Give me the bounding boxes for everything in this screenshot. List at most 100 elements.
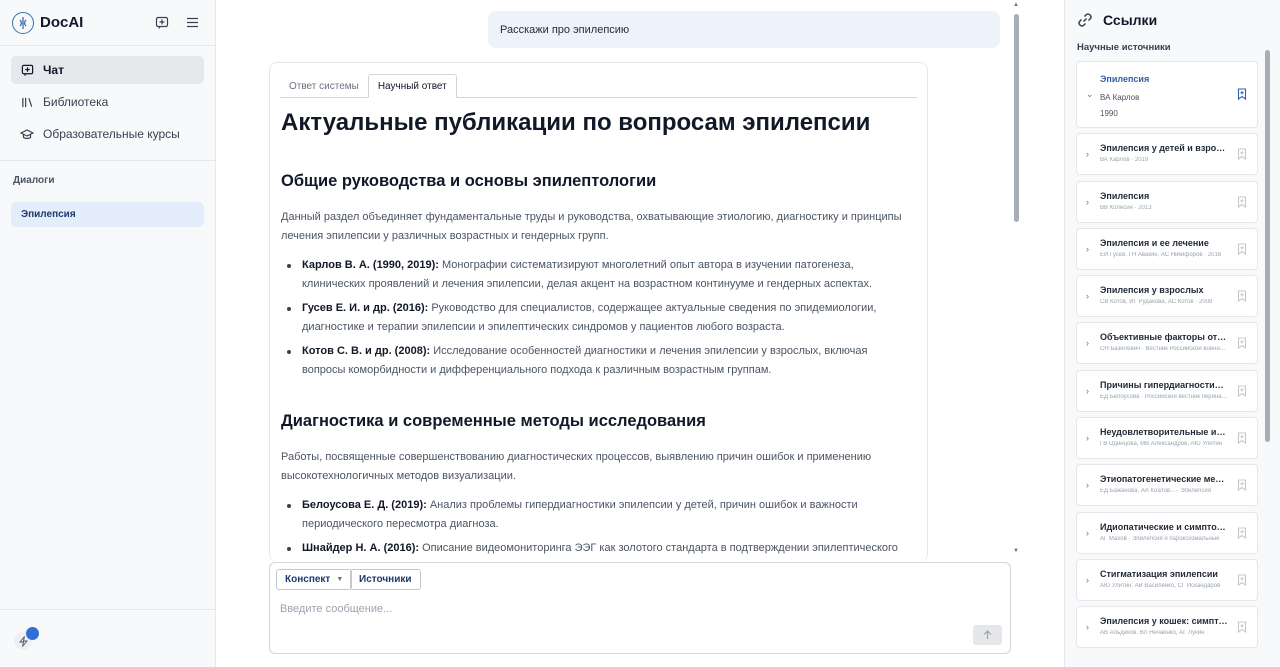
reference-meta: СВ Котов, ИГ Рудакова, АС Котов · 2008	[1100, 299, 1213, 306]
sidebar-header: DocAI	[0, 0, 215, 46]
reference-title: Эпилепсия у взрослых	[1100, 285, 1204, 296]
reference-meta: ВВ Колесин · 2013	[1100, 204, 1152, 211]
nav-item-label: Образовательные курсы	[43, 127, 180, 141]
sidebar: DocAI Чат Библиотека Образовательные кур…	[0, 0, 216, 667]
nav-item-label: Чат	[43, 63, 64, 77]
reference-card[interactable]: › Идиопатические и симптоматические АГ М…	[1076, 511, 1258, 554]
chevron-right-icon[interactable]: ›	[1086, 244, 1089, 254]
bookmark-icon[interactable]	[1237, 385, 1247, 397]
chat-scrollbar[interactable]: ▲ ▼	[1013, 2, 1019, 554]
sources-button[interactable]: Источники	[350, 569, 421, 590]
bookmark-icon[interactable]	[1237, 88, 1247, 100]
bookmark-icon[interactable]	[1237, 196, 1247, 208]
bookmark-icon[interactable]	[1237, 243, 1247, 255]
library-icon	[19, 94, 35, 110]
reference-title: Неудовлетворительные исходы лечения	[1100, 427, 1228, 438]
reference-author: ВА Карлов	[1100, 93, 1140, 102]
link-icon	[1076, 11, 1094, 29]
list-item: Шнайдер Н. А. (2016): Описание видеомони…	[281, 539, 911, 558]
send-button[interactable]	[973, 625, 1002, 645]
answer-tabs: Ответ системы Научный ответ	[280, 74, 917, 98]
chevron-down-icon[interactable]: ⌄	[1086, 89, 1094, 100]
scroll-up-arrow-icon[interactable]: ▲	[1013, 2, 1019, 8]
section-heading: Общие руководства и основы эпилептологии	[281, 172, 657, 190]
chat-area: Расскажи про эпилепсию Ответ системы Нау…	[216, 0, 1064, 667]
references-header: Ссылки	[1065, 0, 1280, 40]
chevron-right-icon[interactable]: ›	[1086, 149, 1089, 159]
sidebar-footer	[0, 609, 215, 667]
list-item: Белоусова Е. Д. (2019): Анализ проблемы …	[281, 496, 911, 534]
section-heading: Диагностика и современные методы исследо…	[281, 412, 706, 430]
dialogs-section-label: Диалоги	[13, 175, 55, 186]
chevron-down-icon: ▼	[336, 576, 344, 583]
konspekt-label: Конспект	[285, 574, 331, 585]
bookmark-icon[interactable]	[1237, 621, 1247, 634]
reference-card[interactable]: › Стигматизация эпилепсии АЮ Улитин, АВ …	[1076, 558, 1258, 601]
reference-card[interactable]: › Неудовлетворительные исходы лечения ГВ…	[1076, 417, 1258, 460]
reference-card[interactable]: › Этиопатогенетические механизмы ЕД Бажа…	[1076, 464, 1258, 507]
chevron-right-icon[interactable]: ›	[1086, 575, 1089, 585]
notification-dot	[26, 627, 39, 640]
reference-card-expanded[interactable]: ⌄ Эпилепсия ВА Карлов 1990	[1076, 61, 1258, 128]
reference-meta: ВА Карлов · 2019	[1100, 157, 1149, 164]
references-panel: Ссылки Научные источники ⌄ Эпилепсия ВА …	[1064, 0, 1280, 667]
bookmark-icon[interactable]	[1237, 574, 1247, 586]
reference-card[interactable]: › Эпилепсия у кошек: симптомы АВ Альдеко…	[1076, 606, 1258, 649]
chevron-right-icon[interactable]: ›	[1086, 528, 1089, 538]
bookmark-icon[interactable]	[1237, 290, 1247, 303]
tab-scientific-answer[interactable]: Научный ответ	[367, 74, 457, 98]
answer-title: Актуальные публикации по вопросам эпилеп…	[281, 109, 871, 136]
reference-card[interactable]: › Причины гипердиагностики эпилепсии у д…	[1076, 369, 1258, 412]
new-chat-icon[interactable]	[151, 12, 173, 34]
chevron-right-icon[interactable]: ›	[1086, 291, 1089, 301]
app-title: DocAI	[40, 14, 84, 31]
chevron-right-icon[interactable]: ›	[1086, 386, 1089, 396]
nav-item-label: Библиотека	[43, 95, 109, 109]
reference-card[interactable]: › Эпилепсия и ее лечение ЕИ Гусев, ГН Ав…	[1076, 227, 1258, 270]
publication-author: Карлов В. А. (1990, 2019):	[302, 259, 439, 271]
reference-card[interactable]: › Эпилепсия ВВ Колесин · 2013	[1076, 180, 1258, 223]
section-intro: Данный раздел объединяет фундаментальные…	[281, 211, 902, 242]
message-input[interactable]	[280, 599, 960, 619]
section-intro: Работы, посвященные совершенствованию ди…	[281, 451, 872, 482]
konspekt-dropdown[interactable]: Конспект ▼	[276, 569, 353, 590]
reference-title: Стигматизация эпилепсии	[1100, 568, 1218, 579]
scroll-down-arrow-icon[interactable]: ▼	[1013, 548, 1019, 554]
reference-card[interactable]: › Эпилепсия у детей и взрослых женщин и …	[1076, 133, 1258, 176]
sidebar-nav: Чат Библиотека Образовательные курсы	[0, 46, 215, 161]
chevron-right-icon[interactable]: ›	[1086, 433, 1089, 443]
user-message: Расскажи про эпилепсию	[488, 11, 1000, 48]
list-item: Котов С. В. и др. (2008): Исследование о…	[281, 342, 911, 380]
reference-meta: ЕД Белоусова · Российский вестник перина…	[1100, 393, 1228, 400]
reference-title: Эпилепсия	[1100, 74, 1150, 84]
bookmark-icon[interactable]	[1237, 527, 1247, 539]
bookmark-icon[interactable]	[1237, 432, 1247, 445]
scrollbar-thumb[interactable]	[1265, 50, 1270, 442]
chevron-right-icon[interactable]: ›	[1086, 622, 1089, 632]
menu-icon[interactable]	[181, 12, 203, 34]
references-list: ⌄ Эпилепсия ВА Карлов 1990 › Эпилепсия у…	[1076, 61, 1259, 654]
reference-title: Идиопатические и симптоматические	[1100, 521, 1228, 532]
references-scrollbar[interactable]	[1265, 44, 1271, 664]
nav-item-library[interactable]: Библиотека	[11, 88, 204, 116]
reference-card[interactable]: › Объективные факторы отказа от лечения …	[1076, 322, 1258, 365]
bookmark-icon[interactable]	[1237, 148, 1247, 161]
scrollbar-thumb[interactable]	[1014, 14, 1019, 222]
publication-list: Карлов В. А. (1990, 2019): Монографии си…	[281, 256, 911, 380]
publication-author: Шнайдер Н. А. (2016):	[302, 542, 420, 554]
bookmark-icon[interactable]	[1237, 479, 1247, 492]
publication-author: Гусев Е. И. и др. (2016):	[302, 302, 429, 314]
bookmark-icon[interactable]	[1237, 337, 1247, 350]
reference-card[interactable]: › Эпилепсия у взрослых СВ Котов, ИГ Руда…	[1076, 275, 1258, 318]
tab-system-answer[interactable]: Ответ системы	[280, 74, 368, 98]
dialog-item-epilepsy[interactable]: Эпилепсия	[11, 202, 204, 227]
nav-item-courses[interactable]: Образовательные курсы	[11, 120, 204, 148]
nav-item-chat[interactable]: Чат	[11, 56, 204, 84]
reference-meta: ГВ Одинцова, МВ Александров, АЮ Улитин	[1100, 441, 1223, 448]
chevron-right-icon[interactable]: ›	[1086, 480, 1089, 490]
chevron-right-icon[interactable]: ›	[1086, 197, 1089, 207]
chevron-right-icon[interactable]: ›	[1086, 338, 1089, 348]
answer-content: Актуальные публикации по вопросам эпилеп…	[281, 108, 911, 562]
reference-year: 1990	[1100, 109, 1118, 118]
publication-author: Белоусова Е. Д. (2019):	[302, 499, 427, 511]
